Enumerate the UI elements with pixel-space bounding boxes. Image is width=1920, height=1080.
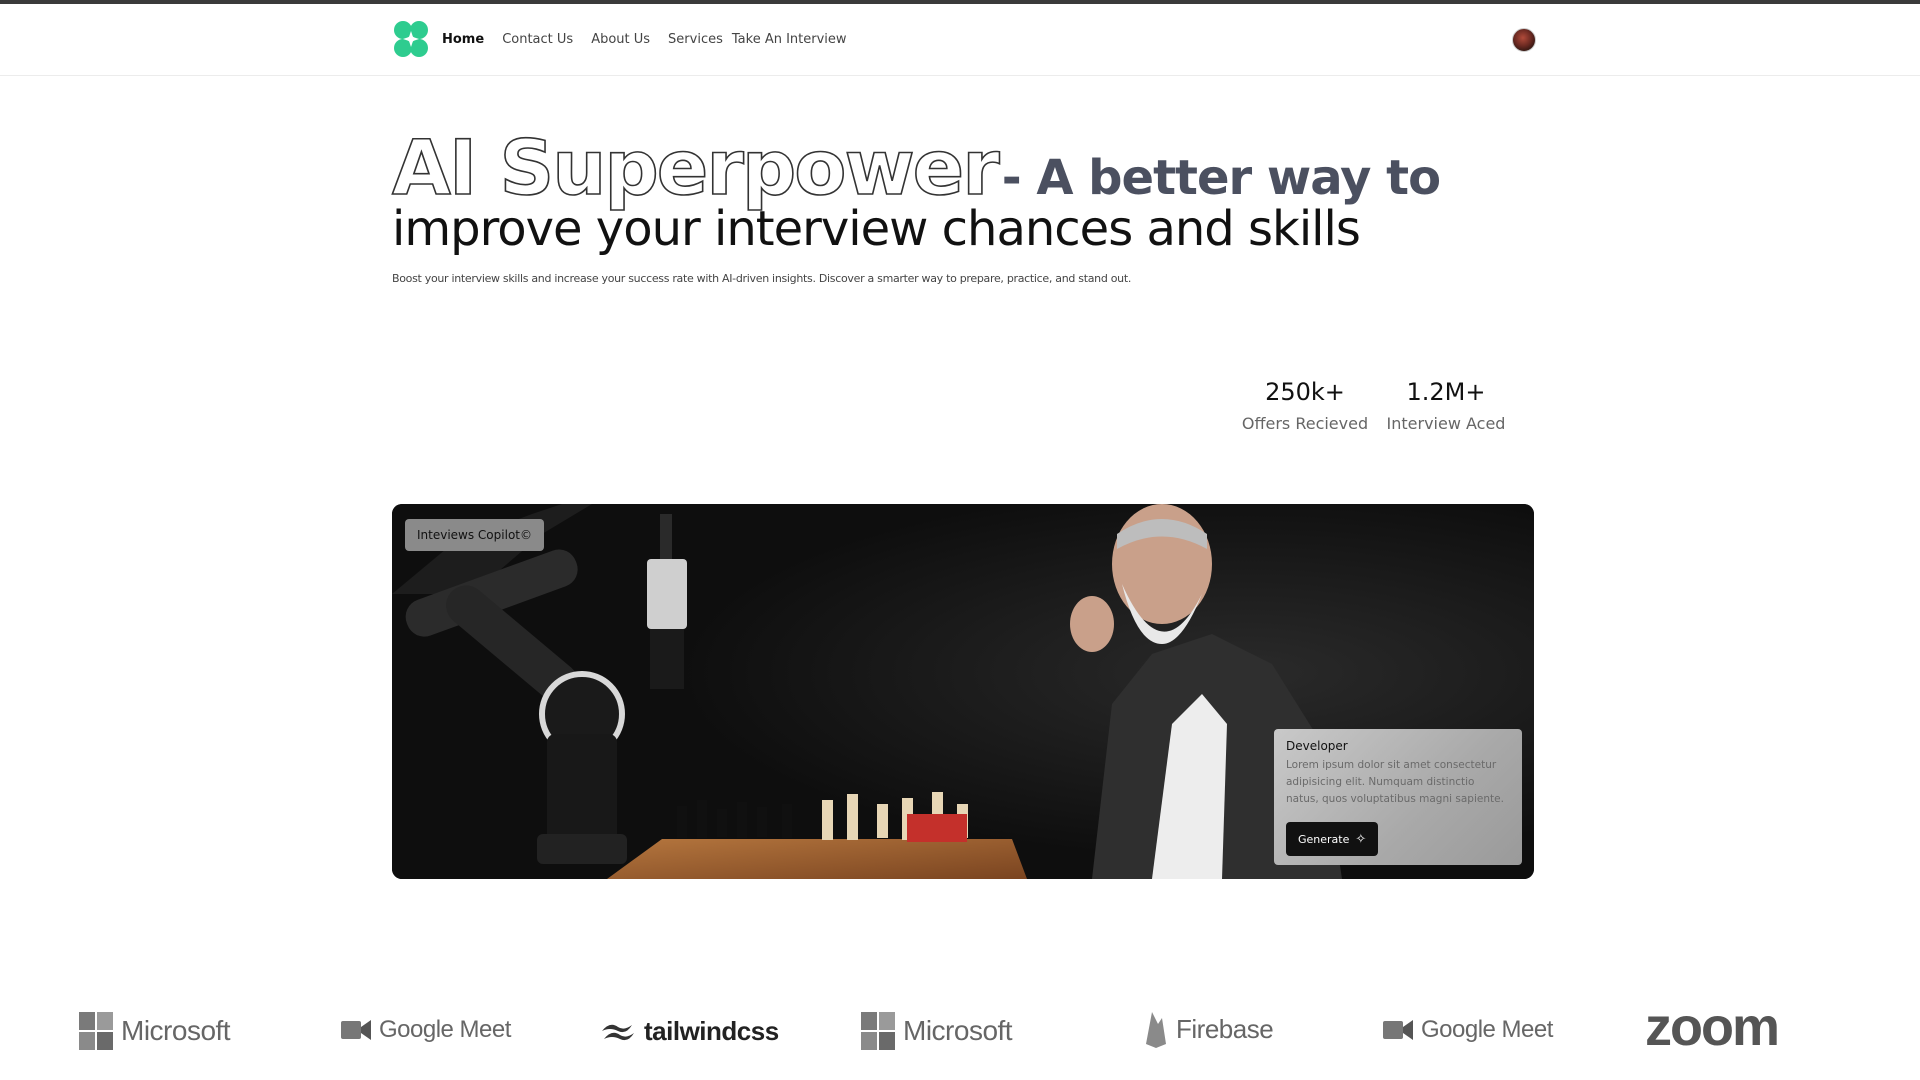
brand-name: Microsoft	[121, 1015, 231, 1046]
stat-value: 250k+	[1265, 378, 1345, 406]
brand-name: tailwindcss	[644, 1016, 779, 1046]
stat-value: 1.2M+	[1406, 378, 1486, 406]
google-meet-icon	[341, 1020, 371, 1040]
brand-tailwind: tailwindcss	[600, 1016, 779, 1047]
google-meet-icon	[1383, 1020, 1413, 1040]
nav-about-link[interactable]: About Us	[591, 32, 650, 47]
firebase-icon	[1146, 1012, 1166, 1048]
stat-offers: 250k+ Offers Recieved	[1240, 378, 1370, 433]
nav-take-interview-link[interactable]: Take An Interview	[732, 32, 847, 47]
brand-zoom: zoom	[1645, 996, 1780, 1058]
copilot-badge: Inteviews Copilot©	[405, 519, 544, 551]
microsoft-icon	[861, 1012, 895, 1050]
hero-title: AI Superpower - A better way to	[391, 123, 1572, 212]
brand-name: Firebase	[1176, 1013, 1274, 1044]
generate-button-label: Generate	[1298, 832, 1350, 846]
brand-firebase: Firebase	[1144, 1010, 1274, 1048]
tailwind-icon	[602, 1024, 634, 1040]
developer-card-title: Developer	[1286, 739, 1348, 753]
hero-title-outline: AI Superpower	[391, 123, 1000, 212]
stat-label: Interview Aced	[1386, 414, 1506, 433]
brand-microsoft: Microsoft	[79, 1012, 231, 1050]
nav-contact-link[interactable]: Contact Us	[502, 32, 573, 47]
nav-services-link[interactable]: Services	[668, 32, 723, 47]
zoom-logo: zoom	[1645, 997, 1780, 1057]
navbar: Home Contact Us About Us Services Take A…	[0, 4, 1920, 76]
stat-label: Offers Recieved	[1241, 414, 1369, 433]
hero-section: AI Superpower - A better way to improve …	[391, 123, 1572, 285]
brand-name: Google Meet	[379, 1016, 511, 1043]
user-avatar[interactable]	[1512, 28, 1536, 52]
brand-microsoft-2: Microsoft	[861, 1012, 1013, 1050]
brand-google-meet: Google Meet	[341, 1016, 511, 1044]
developer-card-text: Lorem ipsum dolor sit amet consectetur a…	[1286, 759, 1504, 805]
sparkle-icon: ✧	[1355, 831, 1367, 847]
nav-links: Home Contact Us About Us Services Take A…	[442, 32, 847, 47]
developer-card: Developer Lorem ipsum dolor sit amet con…	[1274, 729, 1522, 865]
brand-google-meet-2: Google Meet	[1383, 1016, 1553, 1044]
hero-image-card: Inteviews Copilot© Developer Lorem ipsum…	[392, 504, 1534, 879]
clover-logo-icon[interactable]	[393, 19, 429, 59]
brand-name: Google Meet	[1421, 1016, 1553, 1043]
brand-logos-strip: Microsoft Google Meet tailwindcss Micros…	[0, 997, 1920, 1064]
hero-title-line2: improve your interview chances and skill…	[392, 201, 1361, 257]
microsoft-icon	[79, 1012, 113, 1050]
brand-name: Microsoft	[903, 1015, 1013, 1046]
hero-title-bold: - A better way to	[1001, 150, 1441, 206]
stat-interviews: 1.2M+ Interview Aced	[1381, 378, 1511, 433]
nav-home-link[interactable]: Home	[442, 32, 484, 47]
stats-row: 250k+ Offers Recieved 1.2M+ Interview Ac…	[1240, 378, 1511, 433]
generate-button[interactable]: Generate ✧	[1286, 822, 1379, 856]
hero-subtitle: Boost your interview skills and increase…	[392, 272, 1132, 285]
